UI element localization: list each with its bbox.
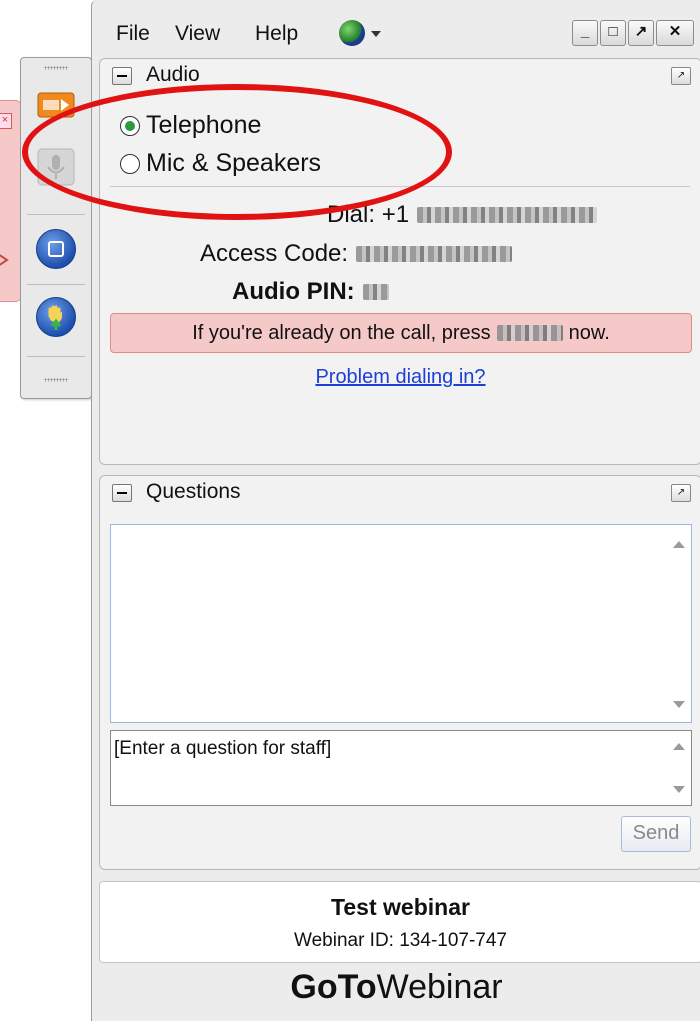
close-icon[interactable]: × — [0, 113, 12, 129]
highlight-ellipse — [22, 84, 452, 220]
question-placeholder: [Enter a question for staff] — [114, 738, 332, 759]
popout-button[interactable]: ↗ — [628, 20, 654, 46]
scroll-up-icon[interactable] — [673, 541, 685, 548]
menu-file[interactable]: File — [116, 22, 150, 46]
notice-code-redacted — [496, 325, 563, 341]
problem-dialing-link[interactable]: Problem dialing in? — [100, 366, 700, 389]
audio-pin-label: Audio PIN: — [232, 278, 355, 305]
input-scroll-down-icon[interactable] — [673, 786, 685, 793]
questions-title: Questions — [146, 480, 241, 503]
popout-questions-icon[interactable]: ↗ — [671, 484, 691, 502]
access-code-redacted — [356, 246, 513, 262]
webinar-info: Test webinar Webinar ID: 134-107-747 — [99, 881, 700, 963]
questions-log[interactable] — [110, 524, 692, 723]
collapse-audio-button[interactable] — [112, 67, 132, 85]
webinar-id: Webinar ID: 134-107-747 — [294, 930, 507, 951]
already-on-call-notice: If you're already on the call, press now… — [110, 313, 692, 353]
access-code-label: Access Code: — [200, 240, 349, 267]
maximize-button[interactable]: □ — [600, 20, 626, 46]
close-button[interactable]: ✕ — [656, 20, 694, 46]
question-input[interactable]: [Enter a question for staff] — [110, 730, 692, 806]
audio-pin-redacted — [362, 284, 389, 300]
questions-header: Questions ↗ — [100, 476, 700, 508]
dial-number-redacted — [417, 207, 598, 223]
scroll-down-icon[interactable] — [673, 701, 685, 708]
screen-view-button[interactable] — [35, 228, 77, 270]
drag-grip-bottom[interactable] — [44, 378, 68, 382]
minimize-button[interactable]: _ — [572, 20, 598, 46]
popout-audio-icon[interactable]: ↗ — [671, 67, 691, 85]
drag-grip-top[interactable] — [44, 66, 68, 70]
dial-prefix: +1 — [381, 201, 410, 228]
gotowebinar-logo: GoToWebinar — [290, 968, 503, 1006]
audio-title: Audio — [146, 63, 200, 86]
arrow-right-icon — [0, 254, 9, 266]
raise-hand-button[interactable] — [35, 296, 77, 338]
access-code-line: Access Code: — [200, 240, 513, 268]
menu-view[interactable]: View — [175, 22, 220, 46]
input-scroll-up-icon[interactable] — [673, 743, 685, 750]
questions-section: Questions ↗ [Enter a question for staff]… — [99, 475, 700, 870]
chevron-down-icon[interactable] — [371, 31, 381, 37]
send-button[interactable]: Send — [621, 816, 691, 852]
menu-bar: File View Help _ □ ↗ ✕ — [92, 0, 700, 58]
audio-pin-line: Audio PIN: — [232, 278, 389, 306]
raise-hand-icon — [36, 297, 76, 337]
collapse-questions-button[interactable] — [112, 484, 132, 502]
language-globe-icon[interactable] — [339, 20, 365, 46]
screen-icon — [36, 229, 76, 269]
webinar-title: Test webinar — [331, 894, 470, 920]
menu-help[interactable]: Help — [255, 22, 298, 46]
